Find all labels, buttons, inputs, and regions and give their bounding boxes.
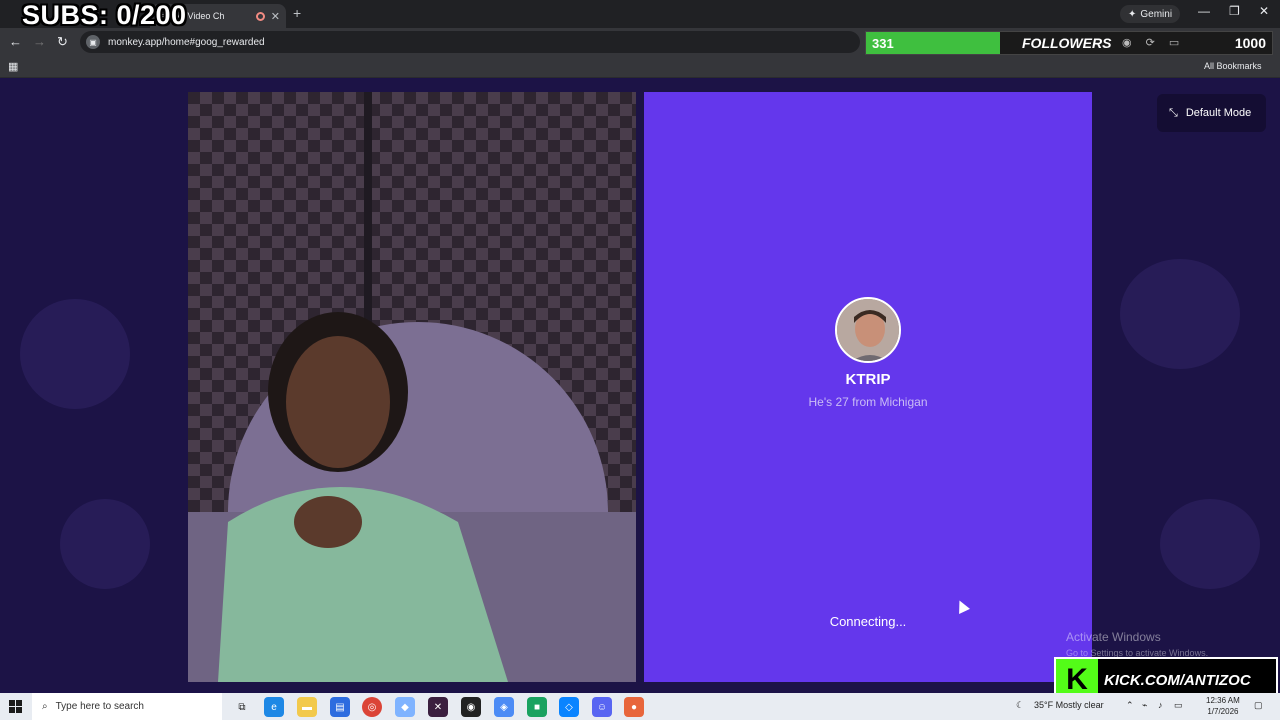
- webcam-image: [188, 92, 636, 682]
- partner-avatar: [835, 297, 901, 363]
- partner-name: KTRIP: [845, 371, 891, 388]
- kick-url: KICK.COM/ANTIZOC: [1104, 671, 1251, 689]
- connection-status: Connecting...: [829, 614, 907, 629]
- clock-time: 12:36 AM: [1206, 696, 1240, 705]
- sidepanel-icon[interactable]: ▭: [1169, 36, 1179, 49]
- task-view-icon[interactable]: ⧉: [232, 697, 252, 717]
- background-blob: [20, 299, 130, 409]
- default-mode-label: Default Mode: [1185, 107, 1252, 119]
- network-icon[interactable]: ⌁: [1142, 700, 1147, 711]
- windows-taskbar: ⌕ Type here to search ⧉ e ▬ ▤ ◎ ◆ ✕ ◉ ◈ …: [0, 693, 1280, 720]
- gemini-label: Gemini: [1140, 8, 1173, 20]
- sparkle-icon: ✦: [1128, 8, 1137, 20]
- extension-icons: ◉ ⟳ ▭: [1122, 36, 1179, 49]
- collapse-icon: ⤡: [1169, 106, 1178, 119]
- app-icon[interactable]: ◆: [395, 697, 415, 717]
- volume-icon[interactable]: ♪: [1158, 700, 1163, 710]
- back-icon[interactable]: ←: [9, 34, 22, 49]
- all-bookmarks-link[interactable]: All Bookmarks: [1204, 61, 1262, 71]
- app-icon[interactable]: ■: [527, 697, 547, 717]
- weather-icon: ☾: [1016, 700, 1025, 710]
- discord-icon[interactable]: ☺: [592, 697, 612, 717]
- browser-tab-bar: ee Live Video Ch ✕ + ✦ Gemini — ❐ ✕: [0, 0, 1280, 28]
- subs-overlay: SUBS: 0/200: [22, 0, 187, 30]
- windows-start-icon[interactable]: [9, 700, 22, 713]
- followers-label: FOLLOWERS: [1022, 35, 1112, 51]
- self-video-feed: [188, 92, 636, 682]
- app-icon[interactable]: ◇: [559, 697, 579, 717]
- extension-icon[interactable]: ◉: [1122, 36, 1132, 49]
- apps-grid-icon[interactable]: ▦: [8, 60, 18, 73]
- followers-goal: 1000: [1234, 35, 1266, 51]
- search-icon: ⌕: [42, 701, 48, 712]
- default-mode-button[interactable]: ⤡ Default Mode: [1157, 94, 1266, 132]
- app-icon[interactable]: ◉: [461, 697, 481, 717]
- new-tab-icon[interactable]: +: [293, 5, 301, 21]
- url-text: monkey.app/home#goog_rewarded: [108, 36, 265, 48]
- background-blob: [60, 499, 150, 589]
- background-blob: [1120, 259, 1240, 369]
- partner-info: He's 27 from Michigan: [808, 395, 928, 409]
- gemini-button[interactable]: ✦ Gemini: [1120, 5, 1181, 23]
- bookmarks-bar: ▦ All Bookmarks: [0, 56, 1280, 78]
- taskbar-search[interactable]: ⌕ Type here to search: [32, 693, 222, 720]
- address-bar[interactable]: ▣ monkey.app/home#goog_rewarded: [80, 31, 860, 53]
- edge-icon[interactable]: e: [264, 697, 284, 717]
- puzzle-icon[interactable]: ⟳: [1146, 36, 1155, 49]
- app-icon[interactable]: ✕: [428, 697, 448, 717]
- battery-icon[interactable]: ▭: [1174, 700, 1183, 711]
- browser-app-icon[interactable]: ●: [624, 697, 644, 717]
- store-icon[interactable]: ▤: [330, 697, 350, 717]
- restore-icon[interactable]: ❐: [1229, 4, 1240, 18]
- background-blob: [1160, 499, 1260, 589]
- partner-panel: KTRIP He's 27 from Michigan Connecting..…: [644, 92, 1092, 682]
- search-placeholder: Type here to search: [55, 701, 144, 712]
- site-info-icon[interactable]: ▣: [86, 35, 100, 49]
- clock-date: 1/7/2026: [1207, 707, 1239, 716]
- activate-windows-title: Activate Windows: [1066, 630, 1161, 644]
- app-icon[interactable]: ◈: [494, 697, 514, 717]
- weather-text[interactable]: 35°F Mostly clear: [1034, 700, 1104, 710]
- followers-goal-bar: 331 FOLLOWERS ◉ ⟳ ▭ 1000: [865, 31, 1273, 55]
- reload-icon[interactable]: ↻: [57, 34, 68, 50]
- followers-count: 331: [872, 35, 894, 51]
- notifications-icon[interactable]: ▢: [1254, 700, 1263, 711]
- tab-close-icon[interactable]: ✕: [271, 10, 280, 23]
- forward-icon[interactable]: →: [33, 34, 46, 49]
- recording-icon: [255, 11, 265, 21]
- minimize-icon[interactable]: —: [1198, 4, 1210, 18]
- folder-icon[interactable]: ▬: [297, 697, 317, 717]
- tray-chevron-icon[interactable]: ⌃: [1126, 700, 1134, 711]
- page-content: KTRIP He's 27 from Michigan Connecting..…: [0, 79, 1280, 691]
- chrome-icon[interactable]: ◎: [362, 697, 382, 717]
- system-clock[interactable]: 12:36 AM 1/7/2026: [1206, 695, 1240, 717]
- close-window-icon[interactable]: ✕: [1259, 4, 1269, 18]
- partner-avatar-image: [837, 299, 899, 361]
